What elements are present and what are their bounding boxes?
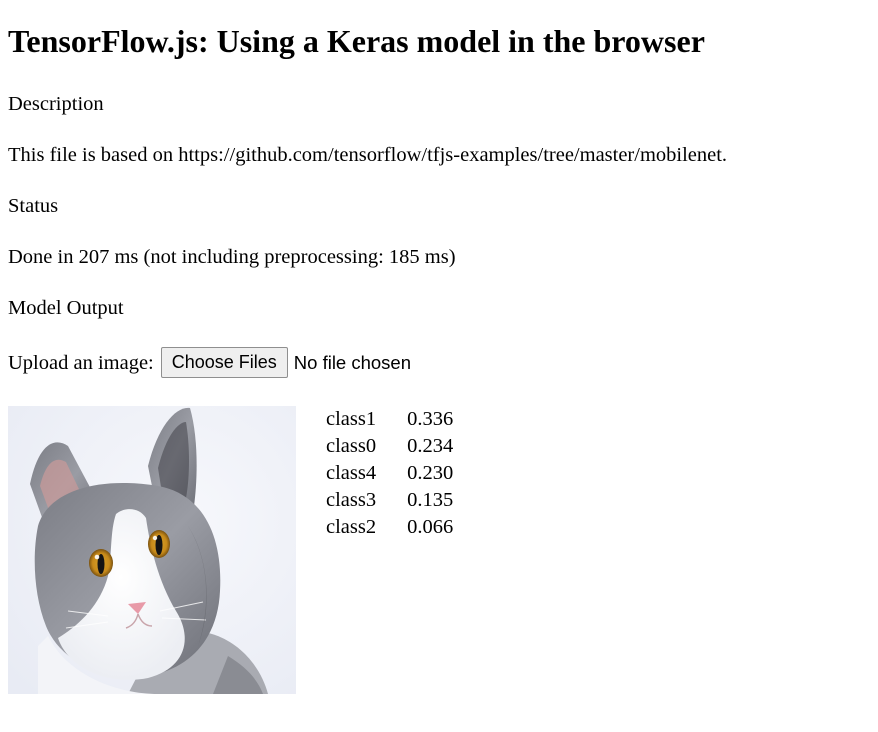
prediction-score: 0.234 bbox=[407, 435, 454, 457]
upload-label: Upload an image: bbox=[8, 351, 154, 374]
status-heading: Status bbox=[8, 195, 59, 217]
prediction-row: class2 0.066 bbox=[326, 514, 453, 541]
page-title: TensorFlow.js: Using a Keras model in th… bbox=[8, 23, 705, 59]
prediction-row: class4 0.230 bbox=[326, 460, 453, 487]
prediction-class: class1 bbox=[326, 408, 377, 430]
prediction-class: class4 bbox=[326, 462, 377, 484]
prediction-row: class0 0.234 bbox=[326, 433, 453, 460]
description-text: This file is based on https://github.com… bbox=[8, 144, 728, 166]
prediction-score: 0.066 bbox=[407, 516, 454, 538]
prediction-row: class3 0.135 bbox=[326, 487, 453, 514]
prediction-score: 0.336 bbox=[407, 408, 454, 430]
upload-row: Upload an image: Choose Files No file ch… bbox=[8, 347, 870, 378]
prediction-result: class1 0.336 class0 0.234 class4 0.230 class3 0… bbox=[8, 406, 870, 694]
prediction-score: 0.230 bbox=[407, 462, 454, 484]
file-status: No file chosen bbox=[293, 351, 412, 373]
choose-files-button[interactable]: Choose Files bbox=[160, 347, 288, 378]
page-body: TensorFlow.js: Using a Keras model in th… bbox=[0, 21, 878, 694]
prediction-class: class3 bbox=[326, 489, 377, 511]
description-heading: Description bbox=[8, 93, 104, 115]
prediction-class: class0 bbox=[326, 435, 377, 457]
prediction-row: class1 0.336 bbox=[326, 406, 453, 433]
status-text: Done in 207 ms (not including preprocess… bbox=[8, 246, 456, 268]
cat-image bbox=[8, 406, 296, 694]
prediction-score: 0.135 bbox=[407, 489, 454, 511]
predictions-table: class1 0.336 class0 0.234 class4 0.230 class3 0… bbox=[326, 406, 453, 541]
prediction-class: class2 bbox=[326, 516, 377, 538]
model-output-heading: Model Output bbox=[8, 297, 124, 319]
